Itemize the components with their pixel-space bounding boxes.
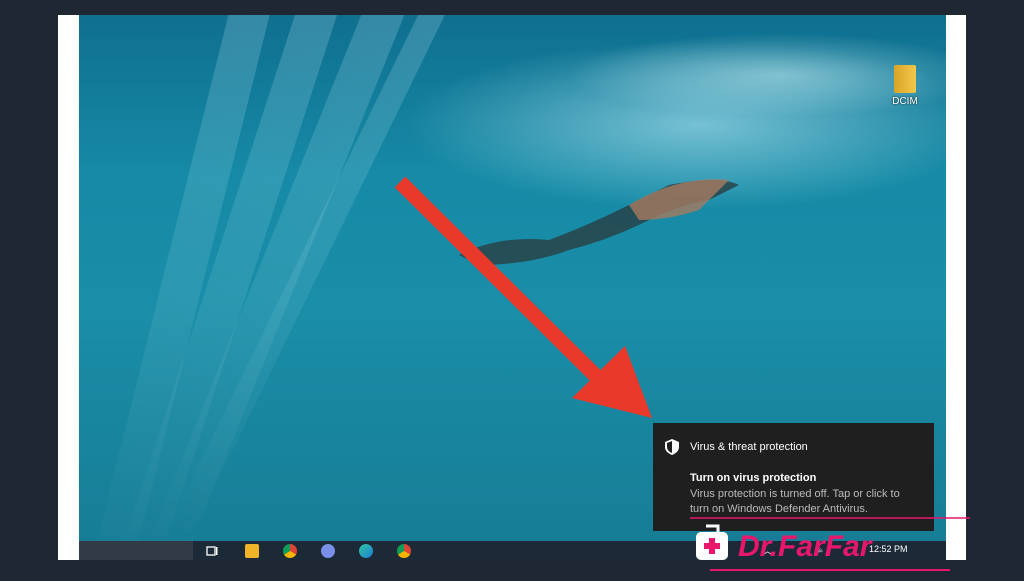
notification-heading: Turn on virus protection xyxy=(690,472,817,484)
chrome-icon[interactable] xyxy=(397,544,411,558)
edge-icon[interactable] xyxy=(359,544,373,558)
diver-image xyxy=(459,179,739,265)
watermark-text: Dr.FarFar xyxy=(738,530,874,563)
file-explorer-icon[interactable] xyxy=(245,544,259,558)
desktop-icon-label: DCIM xyxy=(892,96,918,107)
task-view-icon[interactable] xyxy=(205,544,219,558)
desktop-icon-dcim[interactable]: DCIM xyxy=(887,65,923,107)
folder-icon xyxy=(894,65,916,93)
notification-title: Virus & threat protection xyxy=(690,441,808,453)
search-box[interactable] xyxy=(79,541,193,560)
watermark-logo: Dr.FarFar xyxy=(690,512,970,576)
app-icon[interactable] xyxy=(321,544,335,558)
chrome-icon[interactable] xyxy=(283,544,297,558)
shield-icon xyxy=(665,439,679,455)
